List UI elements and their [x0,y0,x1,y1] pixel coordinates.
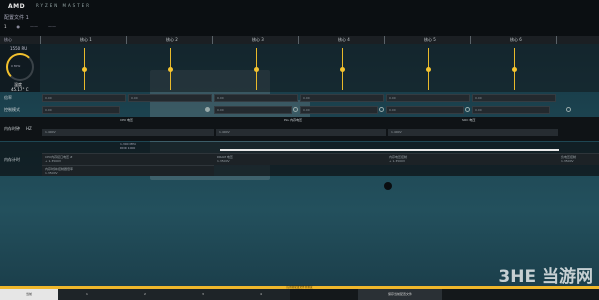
radio-icon[interactable] [566,107,571,112]
slider-knob[interactable] [81,67,87,72]
voltage-field[interactable]: 1.400V [216,129,386,136]
voltage-field[interactable]: 1.400V [42,129,214,136]
temperature-gauge-panel: 1550 RU 0 MHz 温度 45.17° C [0,44,40,92]
timing-field[interactable]: 负电压控制 1.3500V [558,153,599,165]
core-5-control-input[interactable]: 0.00 [386,106,464,114]
divider [40,36,41,44]
watermark-logo: 3HE 当游网 [498,267,593,287]
bottom-bar: 应用新配置文件并测试 当前 1 2 3 4 保存当前配置文件 [0,286,599,300]
timing-info-line: DDR 1000 [120,146,136,150]
timing-field-value: + 1.3500V [45,159,62,163]
tab-1[interactable]: 1 [4,24,7,29]
timing-info: 1,300 MHz DDR 1000 [120,142,136,150]
core-1-control-input[interactable]: 0.00 [42,106,120,114]
core-3-header: 核心 3 [252,37,264,42]
bottom-tab-4[interactable]: 4 [232,289,290,300]
timing-field[interactable]: DRAM 电压 1.3500V [214,153,386,165]
core-5-multiplier-input[interactable]: 0.00 [386,94,470,102]
tab-2[interactable]: ● [17,24,21,29]
multiplier-row: 倍率 0.00 0.00 0.00 0.00 0.00 0.00 [0,93,599,103]
voltage-header: CPU 电压 [120,118,134,122]
divider [298,36,299,44]
divider [556,36,557,44]
profile-tabs: 1 ● —— —— [4,24,56,29]
core-2-slider[interactable] [166,48,174,90]
divider [470,36,471,44]
gauge-temperature: 45.17° C [11,87,29,92]
bottom-tab-2[interactable]: 2 [116,289,174,300]
core-5-header: 核心 5 [424,37,436,42]
slider-knob[interactable] [339,67,345,72]
core-4-multiplier-input[interactable]: 0.00 [300,94,384,102]
multiplier-label: 倍率 [4,95,12,100]
timing-field-value: 1.3500V [561,159,574,163]
section-label: 核心 [4,37,12,42]
bottom-tab-3[interactable]: 3 [174,289,232,300]
core-6-header: 核心 6 [510,37,522,42]
timing-progress-line [220,149,559,151]
core-header-row: 核心 核心 1 核心 2 核心 3 核心 4 核心 5 核心 6 [0,36,599,44]
core-6-multiplier-input[interactable]: 0.00 [472,94,556,102]
save-profile-button[interactable]: 保存当前配置文件 [358,289,442,300]
timing-field-value: + 1.3500V [389,159,406,163]
bottom-tab-current[interactable]: 当前 [0,289,58,300]
core-1-slider[interactable] [80,48,88,90]
slider-knob[interactable] [167,67,173,72]
core-3-multiplier-input[interactable]: 0.00 [214,94,298,102]
core-3-control-input[interactable]: 0.00 [214,106,292,114]
radio-icon[interactable] [379,107,384,112]
memory-clock-unit: HZ [26,126,32,131]
memory-clock-label: 内存时钟 [4,126,20,131]
app-name: RYZEN MASTER [36,3,91,8]
core-2-multiplier-input[interactable]: 0.00 [128,94,212,102]
control-mode-row: 控制模式 0.00 0.00 0.00 0.00 0.00 [0,104,599,116]
radio-icon[interactable] [293,107,298,112]
core-3-slider[interactable] [252,48,260,90]
bottom-tab-1[interactable]: 1 [58,289,116,300]
gauge-inner-text: 0 MHz [11,64,21,68]
voltage-header: PLL 内存电压 [284,118,303,122]
memory-timing-label: 内存计时 [4,157,20,162]
title-bar: AMD RYZEN MASTER 配置文件 1 1 ● —— —— [0,0,599,36]
core-4-slider[interactable] [338,48,346,90]
slider-knob[interactable] [511,67,517,72]
radio-icon[interactable] [205,107,210,112]
gauge-top-value: 1550 RU [10,46,28,51]
radio-icon[interactable] [465,107,470,112]
core-1-multiplier-input[interactable]: 0.00 [42,94,126,102]
voltage-field[interactable]: 1.400V [388,129,558,136]
core-4-control-input[interactable]: 0.00 [300,106,378,114]
timing-field-value: 1.3500V [217,159,230,163]
core-2-header: 核心 2 [166,37,178,42]
page-title: 配置文件 1 [4,15,29,21]
core-4-header: 核心 4 [338,37,350,42]
divider [212,36,213,44]
divider [126,36,127,44]
timing-field-value: 1.3500V [45,171,58,175]
status-dot [384,182,392,190]
slider-knob[interactable] [253,67,259,72]
timing-field[interactable]: 内存电压控制 + 1.3500V [386,153,558,165]
core-1-header: 核心 1 [80,37,92,42]
core-sliders-panel [40,44,599,92]
tab-3[interactable]: —— [30,24,38,29]
core-6-slider[interactable] [510,48,518,90]
slider-knob[interactable] [425,67,431,72]
voltage-header: SOC 电压 [462,118,476,122]
control-mode-label: 控制模式 [4,107,20,112]
core-5-slider[interactable] [424,48,432,90]
core-6-control-input[interactable]: 0.00 [472,106,550,114]
divider [384,36,385,44]
timing-field[interactable]: 内存时钟/控制器倍率 1.3500V [42,165,214,176]
timing-field[interactable]: CPU内存接口电压 # + 1.3500V [42,153,214,165]
brand-logo: AMD [8,3,26,10]
tab-4[interactable]: —— [48,24,56,29]
